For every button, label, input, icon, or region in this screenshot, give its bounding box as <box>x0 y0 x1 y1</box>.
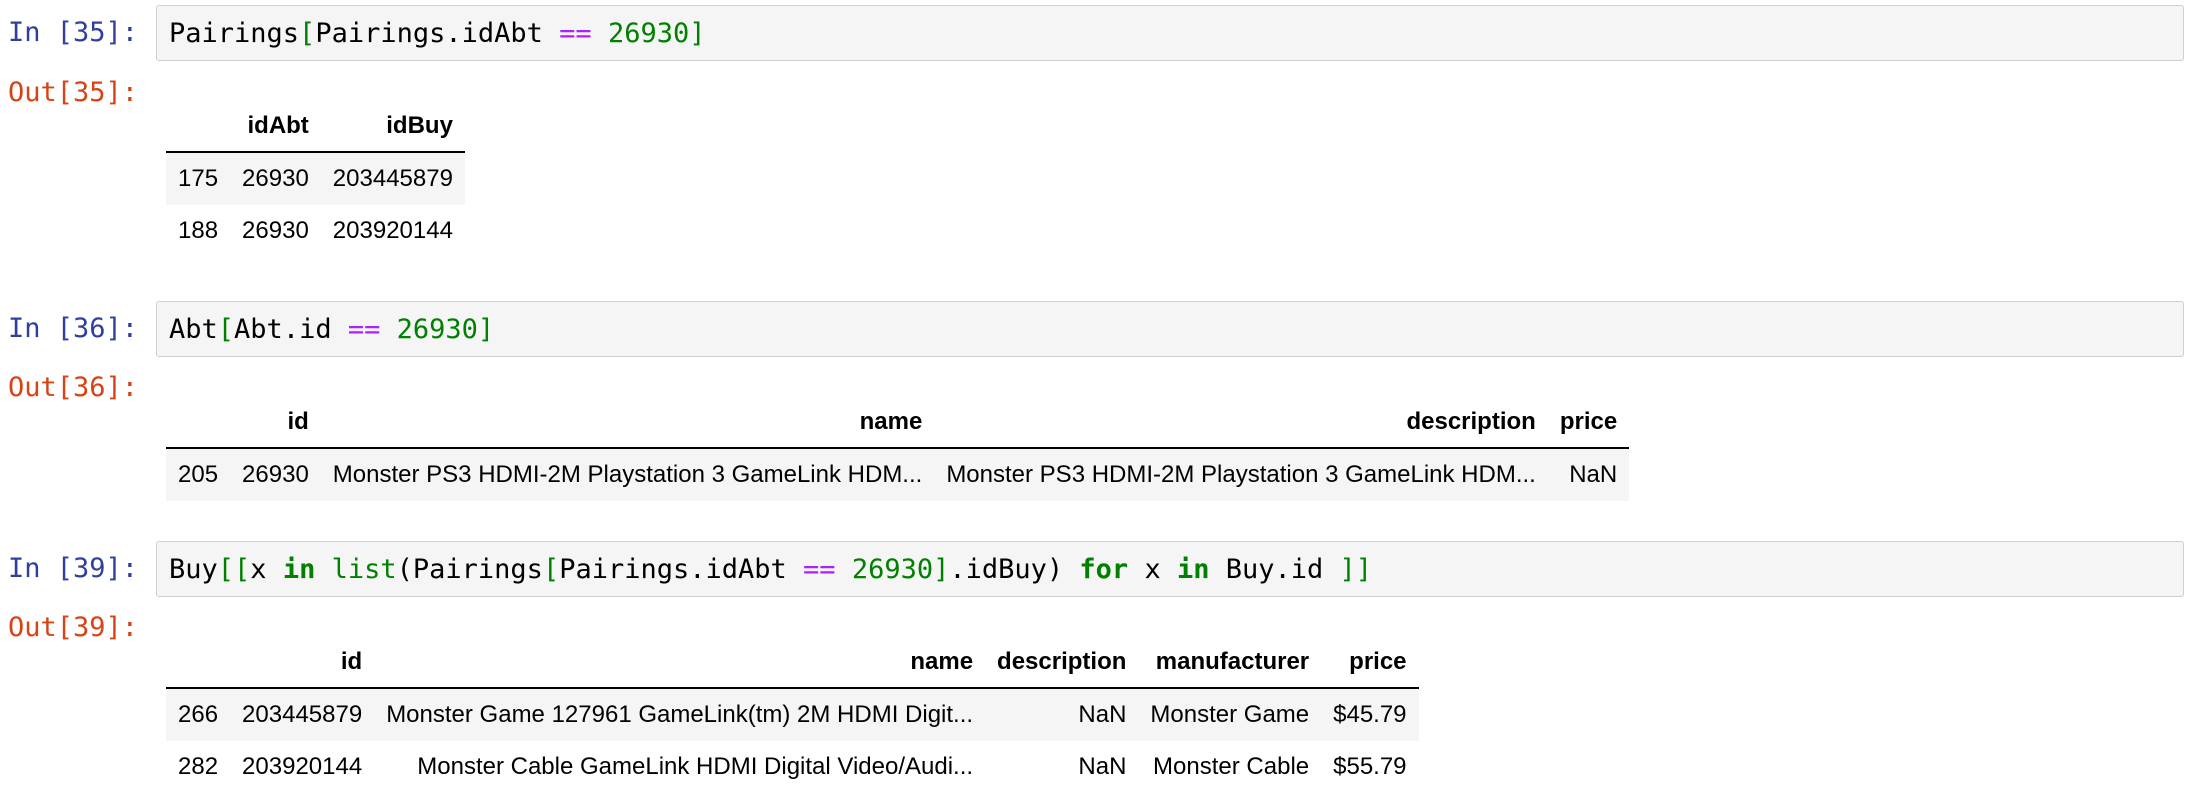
code-token: .idBuy) <box>949 554 1080 585</box>
table-cell: Monster PS3 HDMI-2M Playstation 3 GameLi… <box>320 448 935 501</box>
table-row: 175 26930 203445879 <box>166 152 465 205</box>
column-header: idAbt <box>230 101 321 153</box>
input-prompt: In [36]: <box>8 313 139 344</box>
column-header: id <box>230 397 321 449</box>
table-cell: NaN <box>1078 753 1127 780</box>
code-token: Buy <box>169 554 218 585</box>
table-row: 188 26930 203920144 <box>166 205 465 257</box>
output-prompt: Out[35]: <box>8 77 139 108</box>
table-row: 282 203920144 Monster Cable GameLink HDM… <box>166 741 1419 793</box>
code-token: Pairings <box>169 18 300 49</box>
table-cell: $55.79 <box>1333 753 1407 780</box>
column-header: description <box>985 637 1139 689</box>
code-token: 26930 <box>396 314 478 345</box>
code-token: 26930 <box>607 18 690 49</box>
column-header: idBuy <box>320 101 465 153</box>
dataframe-table: idAbt idBuy 175 26930 203445879 188 2693… <box>166 101 465 257</box>
code-token: in <box>282 554 316 585</box>
code-cell-input[interactable]: Pairings[Pairings.idAbt == 26930] <box>156 5 2184 61</box>
dataframe-table: id name description manufacturer price 2… <box>166 637 1419 793</box>
table-header-row: id name description manufacturer price <box>166 637 1419 689</box>
output-prompt: Out[39]: <box>8 612 139 643</box>
input-prompt: In [35]: <box>8 17 139 48</box>
code-token: ]] <box>1339 554 1373 585</box>
code-token: x <box>1128 554 1177 585</box>
output-prompt: Out[36]: <box>8 372 139 403</box>
code-token: ] <box>933 554 950 585</box>
column-header <box>166 397 231 449</box>
row-index: 266 <box>166 688 231 741</box>
table-cell: 203920144 <box>332 217 453 244</box>
column-header <box>166 637 231 689</box>
code-cell-input[interactable]: Abt[Abt.id == 26930] <box>156 301 2184 357</box>
table-cell: Monster PS3 HDMI-2M Playstation 3 GameLi… <box>934 448 1548 501</box>
code-token: x <box>250 554 283 585</box>
table-cell: Monster Game 127961 GameLink(tm) 2M HDMI… <box>374 688 986 741</box>
table-header-row: idAbt idBuy <box>166 101 465 153</box>
table-cell: Monster Game <box>1138 688 1322 741</box>
code-token: Buy.id <box>1209 554 1340 585</box>
code-token: == <box>559 18 592 49</box>
code-token: Abt <box>169 314 218 345</box>
code-token: Pairings.idAbt <box>315 18 560 49</box>
table-cell: 203445879 <box>320 152 465 205</box>
column-header: id <box>230 637 375 689</box>
row-index: 188 <box>178 217 219 244</box>
column-header: price <box>1547 397 1630 449</box>
code-token: (Pairings <box>396 554 543 585</box>
code-line: Pairings[Pairings.idAbt == 26930] <box>169 18 705 50</box>
code-token: ] <box>689 18 706 49</box>
table-header-row: id name description price <box>166 397 1630 449</box>
column-header: name <box>374 637 986 689</box>
row-index: 175 <box>166 152 231 205</box>
code-token: [ <box>299 18 316 49</box>
code-token: for <box>1079 554 1129 585</box>
code-token: [ <box>542 554 560 585</box>
code-token: in <box>1176 554 1210 585</box>
table-cell: 203445879 <box>230 688 375 741</box>
column-header <box>166 101 231 153</box>
row-index: 205 <box>166 448 231 501</box>
table-cell: 26930 <box>230 152 321 205</box>
column-header: description <box>934 397 1548 449</box>
table-row: 266 203445879 Monster Game 127961 GameLi… <box>166 688 1419 741</box>
table-cell: 26930 <box>230 448 321 501</box>
table-cell: Monster Cable GameLink HDMI Digital Vide… <box>417 753 974 780</box>
code-line: Buy[[x in list(Pairings[Pairings.idAbt =… <box>169 554 1372 586</box>
column-header: manufacturer <box>1138 637 1322 689</box>
table-row: 205 26930 Monster PS3 HDMI-2M Playstatio… <box>166 448 1630 501</box>
code-token: Abt.id <box>234 314 348 345</box>
code-token: == <box>347 314 381 345</box>
table-cell: Monster Cable <box>1153 753 1310 780</box>
code-line: Abt[Abt.id == 26930] <box>169 314 494 346</box>
table-cell: NaN <box>1547 448 1630 501</box>
code-token: ] <box>477 314 495 345</box>
table-cell: NaN <box>985 688 1139 741</box>
code-token: Pairings.idAbt <box>559 554 804 585</box>
column-header: name <box>320 397 935 449</box>
code-token: [ <box>217 314 235 345</box>
row-index: 282 <box>178 753 219 780</box>
dataframe-table: id name description price 205 26930 Mons… <box>166 397 1630 501</box>
table-cell: 203920144 <box>242 753 363 780</box>
table-cell: 26930 <box>242 217 309 244</box>
code-token: == <box>803 554 836 585</box>
code-token: [[ <box>217 554 251 585</box>
column-header: price <box>1321 637 1419 689</box>
code-token: 26930 <box>851 554 934 585</box>
code-cell-input[interactable]: Buy[[x in list(Pairings[Pairings.idAbt =… <box>156 541 2184 597</box>
input-prompt: In [39]: <box>8 553 139 584</box>
code-token: list <box>331 554 397 585</box>
table-cell: $45.79 <box>1321 688 1419 741</box>
